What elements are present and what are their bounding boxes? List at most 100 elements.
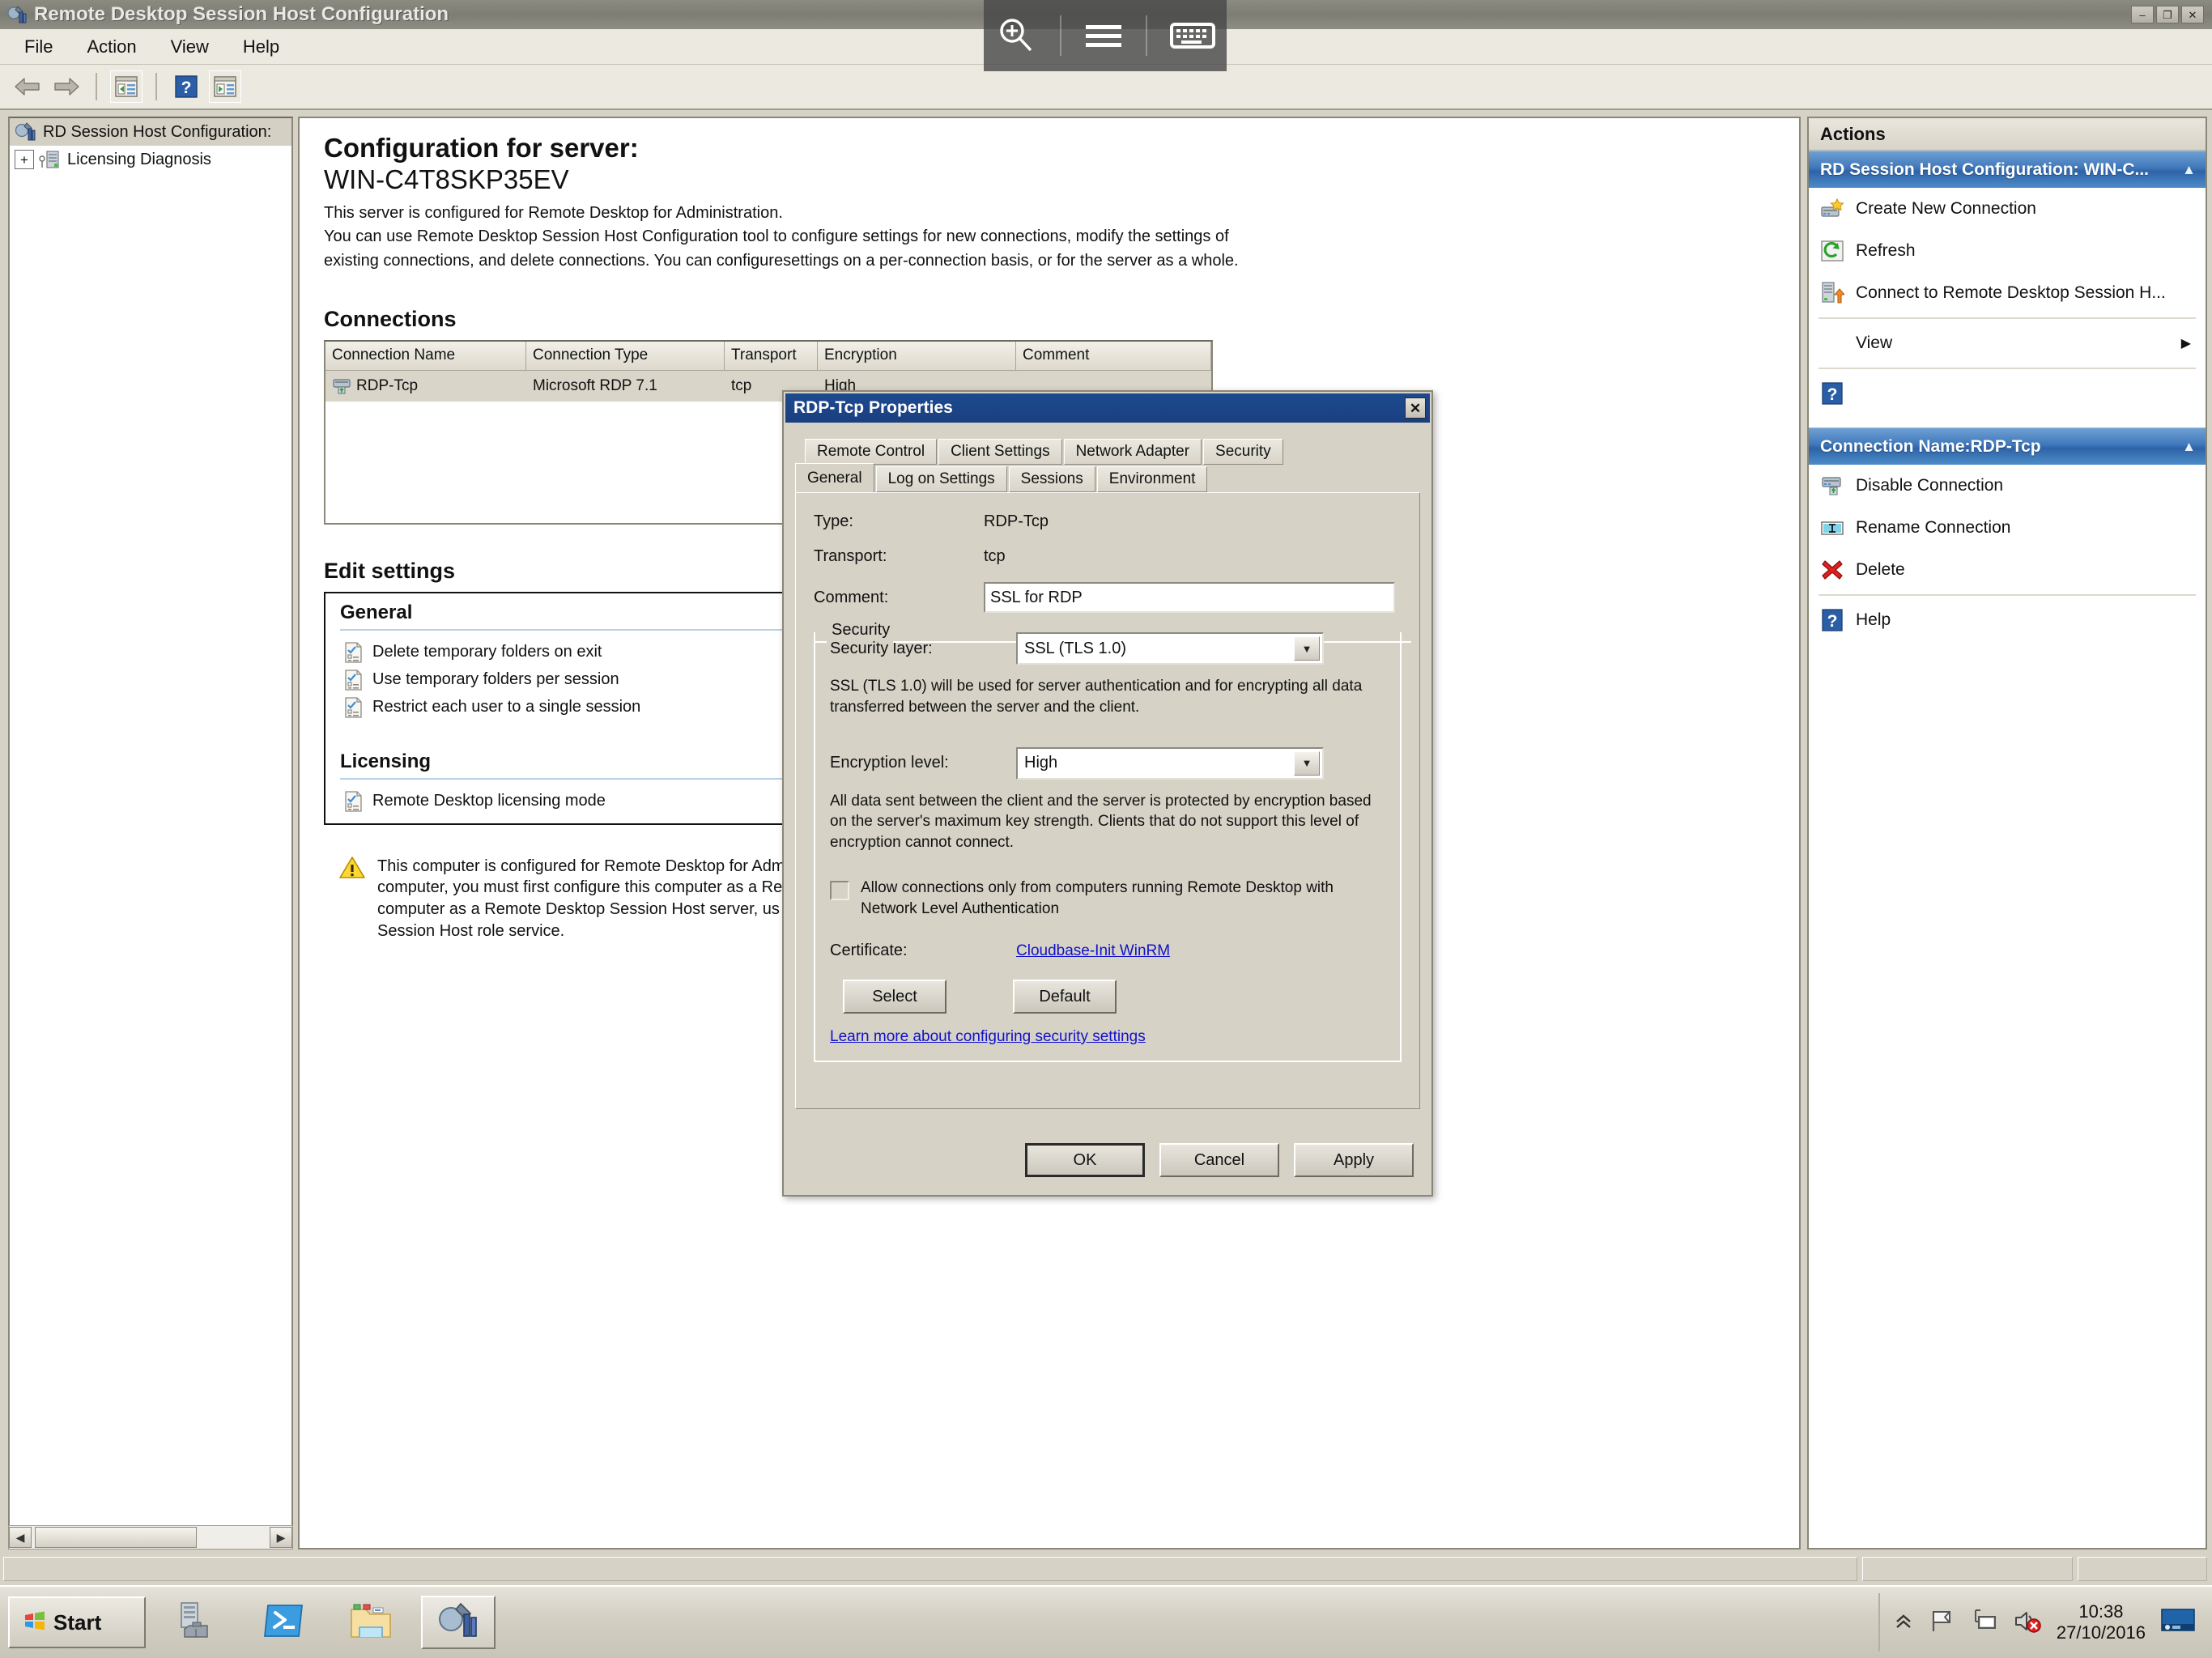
action-connect-to-rdsh[interactable]: Connect to Remote Desktop Session H... xyxy=(1809,272,2206,314)
volume-muted-icon[interactable] xyxy=(2013,1607,2042,1639)
network-icon[interactable] xyxy=(1971,1607,1998,1639)
hamburger-menu-icon[interactable] xyxy=(1083,19,1125,52)
scroll-left-arrow-icon[interactable]: ◀ xyxy=(9,1527,32,1548)
column-header-encryption[interactable]: Encryption xyxy=(818,341,1016,371)
taskbar-item-rdsh-config[interactable] xyxy=(421,1596,496,1649)
windows-logo-icon xyxy=(23,1609,47,1637)
column-header-connection-name[interactable]: Connection Name xyxy=(325,341,526,371)
column-header-connection-type[interactable]: Connection Type xyxy=(526,341,725,371)
tree-horizontal-scrollbar[interactable]: ◀ ▶ xyxy=(8,1525,293,1550)
action-label: Disable Connection xyxy=(1856,476,2004,495)
action-delete[interactable]: Delete xyxy=(1809,549,2206,591)
zoom-in-icon[interactable] xyxy=(994,14,1038,57)
tree-expander-icon[interactable]: + xyxy=(15,150,34,169)
action-view[interactable]: View ▶ xyxy=(1809,322,2206,364)
default-button[interactable]: Default xyxy=(1013,980,1117,1014)
dialog-close-button[interactable]: ✕ xyxy=(1405,397,1426,419)
show-hide-console-tree-icon[interactable] xyxy=(110,70,143,103)
warning-triangle-icon xyxy=(338,856,366,884)
intro-paragraph-line-3: existing connections, and delete connect… xyxy=(324,252,1239,270)
rdsh-config-icon xyxy=(437,1600,479,1646)
close-button[interactable]: ✕ xyxy=(2181,6,2204,23)
status-bar xyxy=(0,1553,2212,1585)
action-help-rdsh[interactable]: ? xyxy=(1809,372,2206,414)
menu-help[interactable]: Help xyxy=(228,33,294,61)
menu-file[interactable]: File xyxy=(10,33,67,61)
refresh-icon xyxy=(1820,239,1844,263)
ok-button[interactable]: OK xyxy=(1025,1143,1145,1177)
encryption-level-label: Encryption level: xyxy=(830,754,949,772)
transport-label: Transport: xyxy=(814,547,887,565)
actions-group-header-connection[interactable]: Connection Name:RDP-Tcp ▲ xyxy=(1809,427,2206,465)
chevron-down-icon[interactable]: ▼ xyxy=(1294,750,1320,776)
column-header-transport[interactable]: Transport xyxy=(725,341,818,371)
action-rename-connection[interactable]: Rename Connection xyxy=(1809,507,2206,549)
action-refresh[interactable]: Refresh xyxy=(1809,230,2206,272)
select-button[interactable]: Select xyxy=(843,980,946,1014)
tab-sessions[interactable]: Sessions xyxy=(1008,466,1095,492)
dialog-title: RDP-Tcp Properties xyxy=(793,398,953,417)
column-header-comment[interactable]: Comment xyxy=(1016,341,1211,371)
cancel-button[interactable]: Cancel xyxy=(1159,1143,1279,1177)
intro-paragraph-line-1: This server is configured for Remote Des… xyxy=(324,203,783,222)
maximize-button[interactable]: ❐ xyxy=(2156,6,2179,23)
setting-checklist-icon xyxy=(343,669,364,691)
field-type: Type: RDP-Tcp xyxy=(814,512,1402,531)
disable-connection-icon xyxy=(1820,474,1844,498)
comment-label: Comment: xyxy=(814,588,889,606)
taskbar-item-powershell[interactable] xyxy=(246,1596,321,1649)
tab-environment[interactable]: Environment xyxy=(1096,466,1208,492)
rdsh-config-icon xyxy=(15,121,37,143)
clock[interactable]: 10:38 27/10/2016 xyxy=(2057,1601,2146,1643)
tab-client-settings[interactable]: Client Settings xyxy=(938,439,1062,465)
chevron-up-icon[interactable]: ▲ xyxy=(2182,163,2196,176)
action-create-new-connection[interactable]: Create New Connection xyxy=(1809,188,2206,230)
tab-log-on-settings[interactable]: Log on Settings xyxy=(875,466,1007,492)
certificate-link[interactable]: Cloudbase-Init WinRM xyxy=(1016,942,1170,960)
taskbar-item-explorer[interactable] xyxy=(334,1596,408,1649)
action-label: Refresh xyxy=(1856,241,1916,260)
scrollbar-thumb[interactable] xyxy=(35,1527,197,1548)
show-desktop-icon[interactable] xyxy=(2160,1607,2196,1639)
help-icon[interactable]: ? xyxy=(170,70,202,103)
actions-group-header-rdsh[interactable]: RD Session Host Configuration: WIN-C... … xyxy=(1809,151,2206,188)
keyboard-icon[interactable] xyxy=(1169,19,1216,53)
actions-separator xyxy=(1819,368,2196,369)
tree-item-rdsh-config[interactable]: RD Session Host Configuration: xyxy=(10,118,291,146)
scroll-right-arrow-icon[interactable]: ▶ xyxy=(270,1527,292,1548)
status-bar-tertiary-cell xyxy=(2078,1557,2207,1581)
nla-checkbox-row[interactable]: Allow connections only from computers ru… xyxy=(830,878,1385,919)
menu-view[interactable]: View xyxy=(156,33,223,61)
actions-panel: Actions RD Session Host Configuration: W… xyxy=(1807,117,2207,1550)
chevron-up-double-icon[interactable] xyxy=(1893,1610,1914,1635)
remote-session-overlay-toolbar[interactable] xyxy=(984,0,1227,71)
encryption-level-dropdown[interactable]: High ▼ xyxy=(1016,746,1324,780)
menu-action[interactable]: Action xyxy=(72,33,151,61)
chevron-down-icon[interactable]: ▼ xyxy=(1294,636,1320,661)
taskbar-item-server-manager[interactable] xyxy=(159,1596,233,1649)
setting-checklist-icon xyxy=(343,696,364,719)
action-help-connection[interactable]: ? Help xyxy=(1809,599,2206,641)
tab-security[interactable]: Security xyxy=(1203,439,1283,465)
learn-more-link[interactable]: Learn more about configuring security se… xyxy=(830,1028,1146,1045)
tab-general[interactable]: General xyxy=(795,463,874,492)
toolbar: ? xyxy=(0,65,2212,110)
action-label: View xyxy=(1856,334,1893,352)
console-tree-panel: RD Session Host Configuration: + Licensi… xyxy=(8,117,293,1550)
tree-item-licensing-diagnosis[interactable]: + Licensing Diagnosis xyxy=(10,146,291,173)
nla-checkbox[interactable] xyxy=(830,881,849,901)
start-button[interactable]: Start xyxy=(8,1596,146,1648)
security-groupbox: Security Security layer: SSL (TLS 1.0) ▼… xyxy=(814,621,1411,1063)
apply-button[interactable]: Apply xyxy=(1294,1143,1414,1177)
minimize-button[interactable]: – xyxy=(2131,6,2154,23)
chevron-up-icon[interactable]: ▲ xyxy=(2182,440,2196,453)
back-arrow-icon[interactable] xyxy=(11,70,44,103)
flag-action-center-icon[interactable] xyxy=(1929,1607,1956,1639)
forward-arrow-icon[interactable] xyxy=(50,70,83,103)
action-disable-connection[interactable]: Disable Connection xyxy=(1809,465,2206,507)
tab-remote-control[interactable]: Remote Control xyxy=(805,439,938,465)
show-hide-action-pane-icon[interactable] xyxy=(209,70,241,103)
security-layer-dropdown[interactable]: SSL (TLS 1.0) ▼ xyxy=(1016,632,1324,665)
tab-network-adapter[interactable]: Network Adapter xyxy=(1063,439,1202,465)
comment-input[interactable]: SSL for RDP xyxy=(984,582,1395,613)
